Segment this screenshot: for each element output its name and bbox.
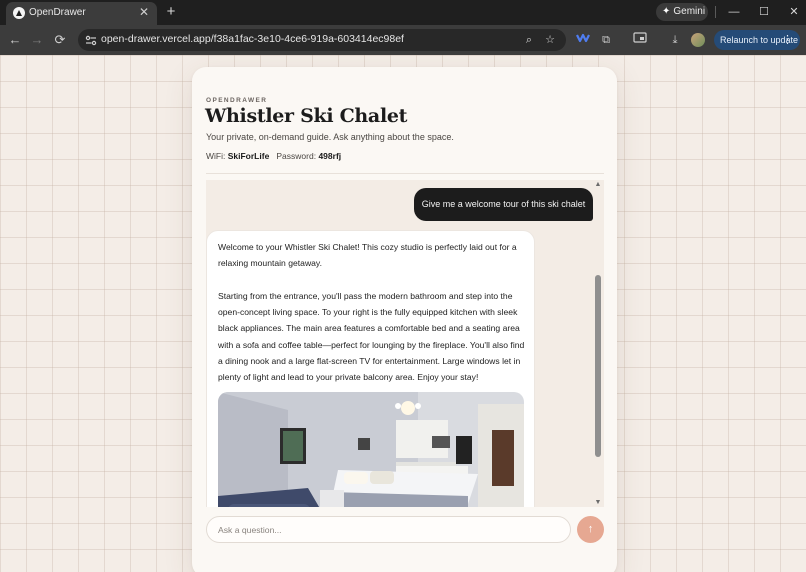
opendrawer-favicon-icon [13, 7, 25, 19]
gemini-sparkle-icon: ✦ [662, 6, 671, 17]
zoom-icon[interactable]: ⌕ [522, 33, 536, 47]
browser-menu-icon[interactable]: ⋮ [782, 30, 793, 50]
password-label: Password: [276, 151, 317, 161]
tab-close-icon[interactable]: ✕ [137, 5, 151, 19]
scrollbar-thumb[interactable] [595, 275, 601, 457]
question-input[interactable] [206, 516, 571, 543]
bookmark-star-icon[interactable]: ☆ [543, 33, 557, 47]
maximize-icon[interactable]: ☐ [757, 5, 771, 19]
site-info-icon[interactable] [84, 33, 98, 47]
chat-log[interactable]: Give me a welcome tour of this ski chale… [206, 180, 604, 507]
chalet-room-photo [218, 392, 524, 507]
assistant-paragraph: Starting from the entrance, you'll pass … [218, 291, 525, 383]
back-arrow-icon[interactable]: ← [7, 32, 23, 48]
cast-icon[interactable] [632, 32, 648, 48]
wifi-password: 498rfj [318, 151, 342, 161]
password-manager-icon[interactable] [575, 32, 591, 48]
minimize-icon[interactable]: — [727, 5, 741, 19]
url-text: open-drawer.vercel.app/f38a1fac-3e10-4ce… [101, 33, 404, 45]
wifi-info: WiFi: SkiForLife Password: 498rfj [206, 151, 341, 161]
window-close-icon[interactable]: ✕ [787, 5, 801, 19]
gemini-label: Gemini [673, 6, 706, 17]
brand-label: OPENDRAWER [206, 97, 268, 104]
browser-tab[interactable]: OpenDrawer ✕ [6, 2, 157, 25]
extensions-icon[interactable]: ⧉ [598, 32, 614, 48]
scroll-down-arrow-icon[interactable]: ▼ [594, 499, 602, 507]
download-icon[interactable]: ⤓ [667, 32, 683, 48]
send-arrow-icon: ↑ [587, 523, 594, 535]
profile-avatar[interactable] [691, 33, 705, 47]
page-title: Whistler Ski Chalet [205, 105, 408, 127]
assistant-paragraph: Welcome to your Whistler Ski Chalet! Thi… [218, 242, 517, 269]
browser-toolbar: ← → ⟳ open-drawer.vercel.app/f38a1fac-3e… [0, 25, 806, 55]
wifi-name: SkiForLife [227, 151, 270, 161]
page-subtitle: Your private, on-demand guide. Ask anyth… [206, 132, 454, 142]
guide-card: OPENDRAWER Whistler Ski Chalet Your priv… [192, 67, 617, 572]
user-message-bubble: Give me a welcome tour of this ski chale… [414, 188, 593, 221]
forward-arrow-icon[interactable]: → [29, 32, 45, 48]
reload-icon[interactable]: ⟳ [52, 32, 68, 48]
gemini-button[interactable]: ✦ Gemini [656, 3, 708, 21]
tab-title: OpenDrawer [29, 7, 86, 18]
browser-tab-strip: OpenDrawer ✕ + ✦ Gemini — ☐ ✕ [0, 0, 806, 25]
page-viewport: OPENDRAWER Whistler Ski Chalet Your priv… [0, 55, 806, 572]
scroll-up-arrow-icon[interactable]: ▲ [594, 181, 602, 189]
relaunch-to-update-button[interactable]: Relaunch to update ⋮ [714, 30, 800, 50]
header-divider [206, 173, 604, 174]
address-bar[interactable]: open-drawer.vercel.app/f38a1fac-3e10-4ce… [78, 29, 566, 51]
wifi-label: WiFi: [206, 151, 226, 161]
assistant-message-bubble: Welcome to your Whistler Ski Chalet! Thi… [206, 230, 535, 507]
tab-strip-divider [715, 6, 716, 18]
send-button[interactable]: ↑ [577, 516, 604, 543]
new-tab-button[interactable]: + [164, 4, 178, 20]
chat-scrollbar[interactable]: ▲ ▼ [592, 180, 604, 507]
